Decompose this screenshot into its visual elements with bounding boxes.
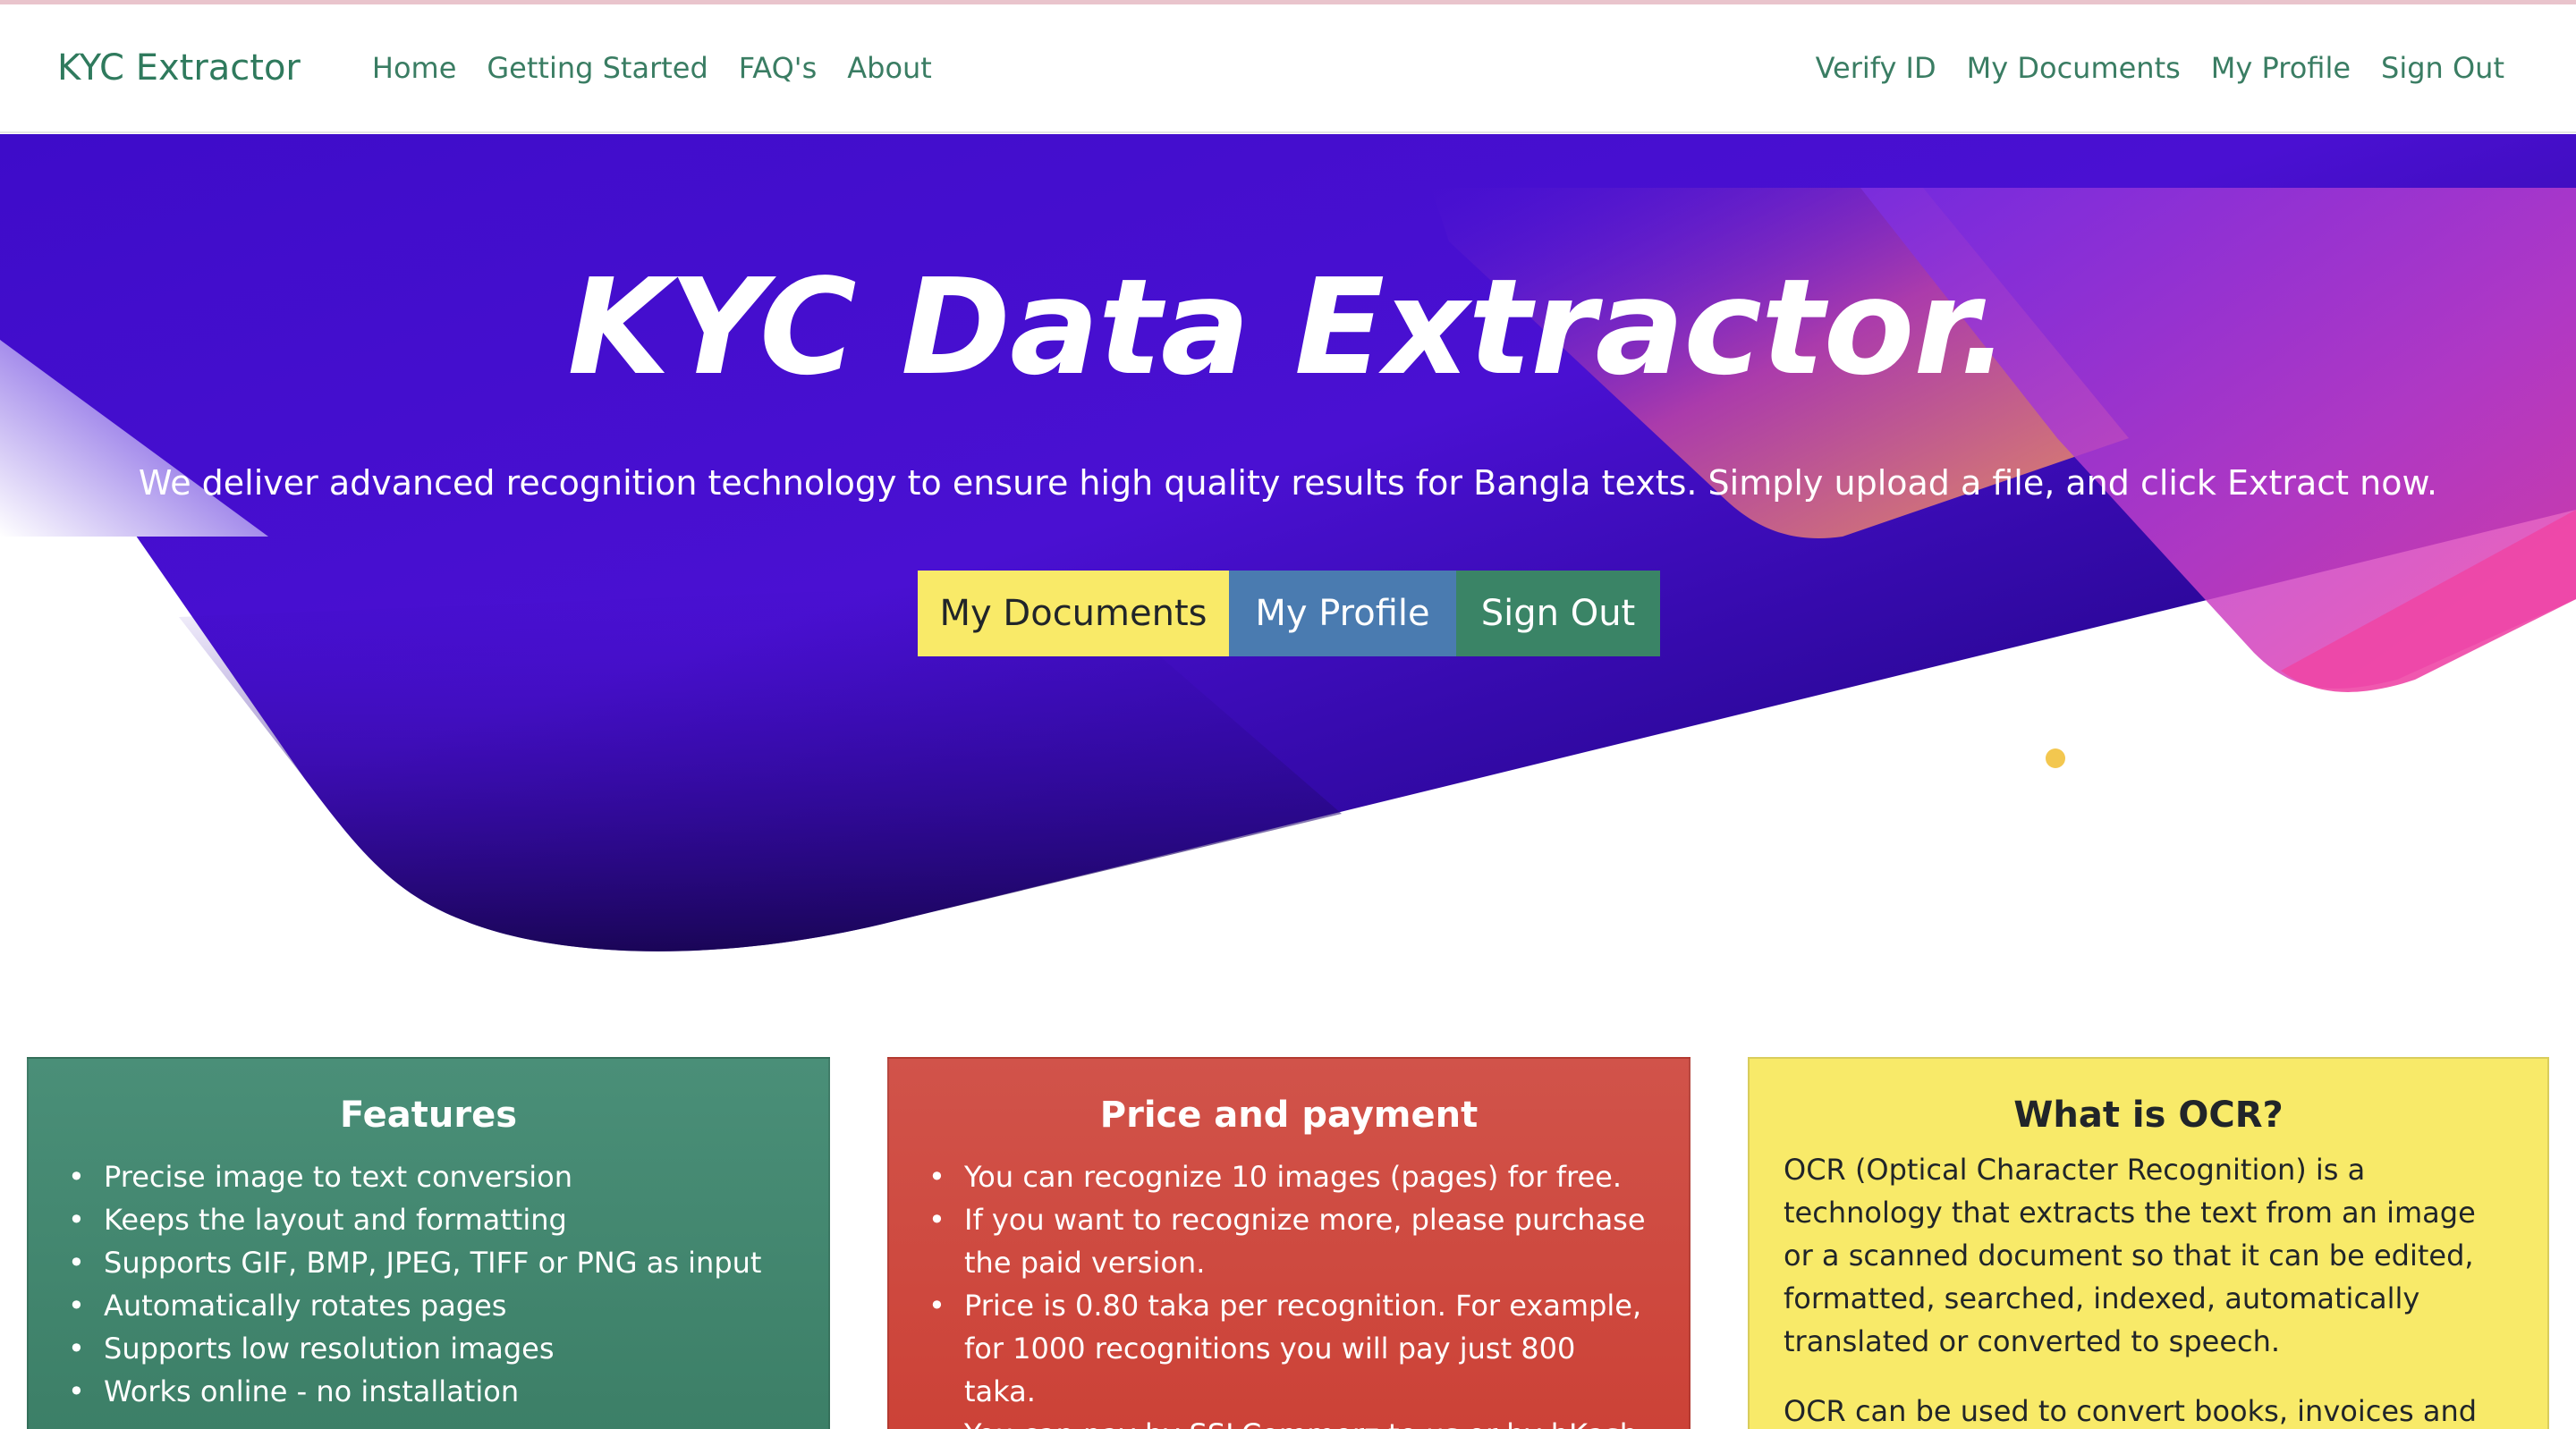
list-item: Automatically rotates pages (68, 1284, 792, 1327)
nav-my-profile-link[interactable]: My Profile (2211, 51, 2351, 85)
nav-sign-out-link[interactable]: Sign Out (2381, 51, 2504, 85)
list-item: Keeps the layout and formatting (68, 1198, 792, 1241)
features-title: Features (339, 1095, 518, 1136)
list-item: Precise image to text conversion (68, 1155, 792, 1198)
price-title: Price and payment (1099, 1095, 1479, 1136)
price-list: You can recognize 10 images (pages) for … (889, 1155, 1689, 1429)
features-list: Precise image to text conversion Keeps t… (29, 1155, 828, 1413)
nav-my-documents-link[interactable]: My Documents (1967, 51, 2181, 85)
what-is-ocr-card: What is OCR? OCR (Optical Character Reco… (1748, 1057, 2549, 1429)
ocr-paragraph: OCR (Optical Character Recognition) is a… (1784, 1153, 2476, 1358)
list-item: You can recognize 10 images (pages) for … (928, 1155, 1653, 1198)
hero-button-group: My Documents My Profile Sign Out (918, 571, 1660, 656)
decorative-dot (2046, 748, 2065, 768)
list-item: If you want to recognize more, please pu… (928, 1198, 1653, 1284)
ocr-title: What is OCR? (2013, 1095, 2284, 1136)
nav-getting-started-link[interactable]: Getting Started (487, 51, 708, 85)
hero-title: KYC Data Extractor. (567, 250, 2009, 404)
nav-left: Home Getting Started FAQ's About (372, 51, 962, 85)
list-item: Works online - no installation (68, 1370, 792, 1413)
my-documents-button[interactable]: My Documents (918, 571, 1229, 656)
price-payment-card: Price and payment You can recognize 10 i… (887, 1057, 1690, 1429)
nav-right: Verify ID My Documents My Profile Sign O… (1816, 51, 2504, 85)
brand-logo[interactable]: KYC Extractor (57, 47, 301, 89)
nav-verify-id-link[interactable]: Verify ID (1816, 51, 1936, 85)
list-item: Supports GIF, BMP, JPEG, TIFF or PNG as … (68, 1241, 792, 1284)
my-profile-button[interactable]: My Profile (1229, 571, 1456, 656)
ocr-paragraph: OCR can be used to convert books, invoic… (1784, 1394, 2478, 1428)
list-item: You can pay by SSLCommerz to us or by bK… (928, 1413, 1653, 1429)
nav-about-link[interactable]: About (847, 51, 932, 85)
navbar: KYC Extractor Home Getting Started FAQ's… (0, 4, 2576, 133)
hero-subtitle: We deliver advanced recognition technolo… (138, 463, 2438, 503)
list-item: Supports low resolution images (68, 1327, 792, 1370)
nav-home-link[interactable]: Home (372, 51, 457, 85)
sign-out-button[interactable]: Sign Out (1456, 571, 1660, 656)
nav-faqs-link[interactable]: FAQ's (739, 51, 817, 85)
hero-section: KYC Data Extractor. We deliver advanced … (0, 134, 2576, 966)
features-card: Features Precise image to text conversio… (27, 1057, 830, 1429)
list-item: Price is 0.80 taka per recognition. For … (928, 1284, 1653, 1413)
